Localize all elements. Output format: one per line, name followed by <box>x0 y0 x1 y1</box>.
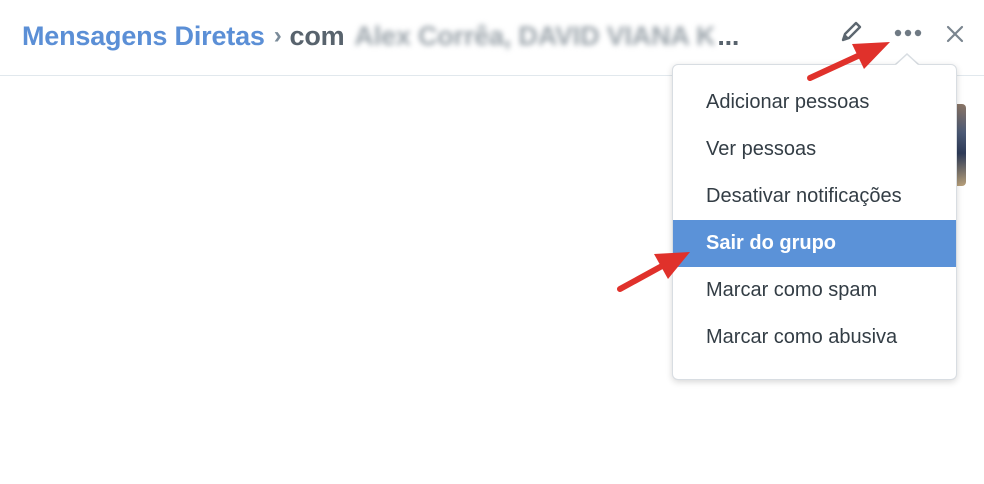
close-icon[interactable] <box>944 23 966 45</box>
breadcrumb: Mensagens Diretas › com Alex Corrêa, DAV… <box>22 16 739 56</box>
menu-list: Adicionar pessoas Ver pessoas Desativar no… <box>673 79 956 361</box>
menu-item-marcar-como-abusiva[interactable]: Marcar como abusiva <box>673 314 956 361</box>
breadcrumb-prefix: com <box>289 20 345 51</box>
menu-item-adicionar-pessoas[interactable]: Adicionar pessoas <box>673 79 956 126</box>
more-options-icon[interactable] <box>892 26 924 40</box>
menu-item-ver-pessoas[interactable]: Ver pessoas <box>673 126 956 173</box>
participants-ellipsis: ... <box>717 20 740 51</box>
menu-item-desativar-notificacoes[interactable]: Desativar notificações <box>673 173 956 220</box>
breadcrumb-separator: › <box>273 22 282 49</box>
menu-caret <box>896 55 918 65</box>
conversation-options-menu: Adicionar pessoas Ver pessoas Desativar no… <box>672 64 957 380</box>
pencil-icon[interactable] <box>838 19 864 45</box>
breadcrumb-direct-messages-link[interactable]: Mensagens Diretas <box>22 21 265 52</box>
conversation-participants: Alex Corrêa, DAVID VIANA K <box>354 20 716 51</box>
menu-item-sair-do-grupo[interactable]: Sair do grupo <box>673 220 956 267</box>
menu-item-marcar-como-spam[interactable]: Marcar como spam <box>673 267 956 314</box>
